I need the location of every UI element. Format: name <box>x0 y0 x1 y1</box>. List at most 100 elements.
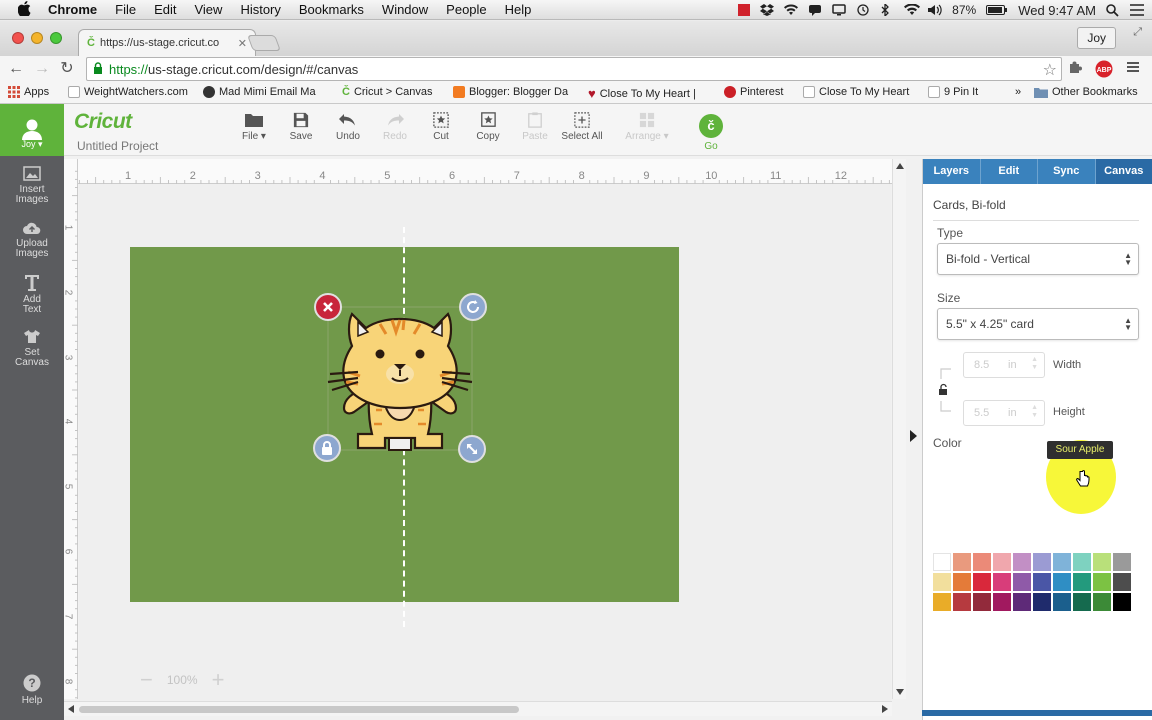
wifi-icon[interactable] <box>784 4 799 16</box>
forward-button[interactable]: → <box>32 59 52 79</box>
tab-sync[interactable]: Sync <box>1038 159 1096 184</box>
color-swatch[interactable] <box>993 593 1011 611</box>
color-swatch[interactable] <box>1113 553 1131 571</box>
color-swatch[interactable] <box>1033 593 1051 611</box>
display-icon[interactable] <box>832 4 846 16</box>
color-swatch[interactable] <box>953 573 971 591</box>
color-swatch[interactable] <box>1073 593 1091 611</box>
color-swatch[interactable] <box>1113 573 1131 591</box>
bookmark-pin-it[interactable]: 9 Pin It <box>928 86 978 98</box>
menu-help[interactable]: Help <box>505 2 532 17</box>
minimize-window-button[interactable] <box>31 32 43 44</box>
tab-edit[interactable]: Edit <box>980 159 1038 184</box>
color-swatch[interactable] <box>993 573 1011 591</box>
apple-menu-icon[interactable] <box>17 0 34 19</box>
color-swatch[interactable] <box>1013 553 1031 571</box>
delete-handle[interactable] <box>314 293 342 321</box>
resize-handle[interactable] <box>458 435 486 463</box>
bookmark-star-icon[interactable]: ☆ <box>1043 60 1057 80</box>
tab-canvas[interactable]: Canvas <box>1095 159 1152 184</box>
color-swatch[interactable] <box>933 573 951 591</box>
close-tab-icon[interactable]: ✕ <box>238 37 247 50</box>
bookmark-close-to-my-heart[interactable]: ♥ Close To My Heart | <box>588 86 696 101</box>
bookmark-close-to-my-heart-2[interactable]: Close To My Heart <box>803 86 909 98</box>
color-swatch[interactable] <box>973 573 991 591</box>
project-name[interactable]: Untitled Project <box>77 139 158 153</box>
nav-set-canvas[interactable]: Set Canvas <box>0 329 64 368</box>
color-swatch[interactable] <box>933 553 951 571</box>
color-swatch[interactable] <box>1093 553 1111 571</box>
select-all-button[interactable]: Select All <box>554 112 610 142</box>
menu-bookmarks[interactable]: Bookmarks <box>299 2 364 17</box>
menu-edit[interactable]: Edit <box>154 2 176 17</box>
fullscreen-icon[interactable]: ⤢ <box>1133 26 1142 39</box>
vertical-scrollbar[interactable] <box>892 159 906 699</box>
scroll-up-arrow-icon[interactable] <box>896 163 904 169</box>
chat-icon[interactable] <box>808 4 822 16</box>
nav-help[interactable]: ? Help <box>0 674 64 706</box>
size-select[interactable]: 5.5" x 4.25" card ▲ ▼ <box>937 308 1139 340</box>
height-input[interactable]: 5.5 in ▲ ▼ <box>963 400 1045 426</box>
bookmark-pinterest[interactable]: Pinterest <box>724 86 783 98</box>
extension-puzzle-icon[interactable] <box>1068 60 1086 78</box>
horizontal-scroll-thumb[interactable] <box>79 706 519 713</box>
bookmark-weightwatchers[interactable]: WeightWatchers.com <box>68 86 188 98</box>
volume-icon[interactable] <box>928 4 942 16</box>
adblock-icon[interactable]: ABP <box>1095 60 1113 78</box>
menu-clock[interactable]: Wed 9:47 AM <box>1018 3 1096 18</box>
bookmark-blogger[interactable]: Blogger: Blogger Da <box>453 86 568 98</box>
tab-layers[interactable]: Layers <box>923 159 981 184</box>
horizontal-scrollbar[interactable] <box>64 701 892 716</box>
type-select[interactable]: Bi-fold - Vertical ▲ ▼ <box>937 243 1139 275</box>
nav-upload-images[interactable]: Upload Images <box>0 221 64 259</box>
color-swatch[interactable] <box>1093 573 1111 591</box>
color-swatch[interactable] <box>1113 593 1131 611</box>
browser-tab-cricut[interactable]: Č https://us-stage.cricut.co ✕ <box>78 29 256 56</box>
menu-app-chrome[interactable]: Chrome <box>48 2 97 17</box>
panel-collapse-arrow-icon[interactable] <box>910 430 917 442</box>
color-swatch[interactable] <box>1033 573 1051 591</box>
bookmark-other[interactable]: Other Bookmarks <box>1034 86 1138 98</box>
scroll-down-arrow-icon[interactable] <box>896 689 904 695</box>
width-input[interactable]: 8.5 in ▲ ▼ <box>963 352 1045 378</box>
menu-history[interactable]: History <box>240 2 280 17</box>
color-swatch[interactable] <box>1093 593 1111 611</box>
scroll-left-arrow-icon[interactable] <box>68 705 74 713</box>
record-icon[interactable] <box>738 4 751 16</box>
color-swatch[interactable] <box>933 593 951 611</box>
new-tab-button[interactable] <box>247 35 281 51</box>
profile-button[interactable]: Joy <box>1077 27 1116 49</box>
menu-window[interactable]: Window <box>382 2 428 17</box>
bookmarks-overflow[interactable]: » <box>1015 86 1021 98</box>
dropbox-icon[interactable] <box>760 4 775 16</box>
color-swatch[interactable] <box>953 553 971 571</box>
back-button[interactable]: ← <box>6 59 26 79</box>
color-swatch[interactable] <box>1033 553 1051 571</box>
time-machine-icon[interactable] <box>856 4 870 16</box>
stepper-arrows-icon[interactable]: ▲ ▼ <box>1031 404 1038 420</box>
color-swatch[interactable] <box>1053 593 1071 611</box>
go-button[interactable]: č Go <box>698 114 724 152</box>
zoom-out-button[interactable]: − <box>140 667 153 693</box>
reload-button[interactable]: ↻ <box>57 59 77 79</box>
user-menu[interactable]: Joy ▾ <box>0 104 64 156</box>
zoom-window-button[interactable] <box>50 32 62 44</box>
color-swatch[interactable] <box>1013 593 1031 611</box>
spotlight-search-icon[interactable] <box>1106 4 1120 17</box>
color-swatch[interactable] <box>1073 573 1091 591</box>
menu-view[interactable]: View <box>194 2 222 17</box>
scroll-right-arrow-icon[interactable] <box>882 705 888 713</box>
bookmark-apps[interactable]: Apps <box>8 86 49 98</box>
color-swatch[interactable] <box>1073 553 1091 571</box>
zoom-in-button[interactable]: + <box>212 667 225 693</box>
color-swatch[interactable] <box>1053 573 1071 591</box>
menu-file[interactable]: File <box>115 2 136 17</box>
color-swatch[interactable] <box>1053 553 1071 571</box>
bookmark-madmimi[interactable]: Mad Mimi Email Ma <box>203 86 316 98</box>
color-swatch[interactable] <box>973 593 991 611</box>
battery-icon[interactable] <box>986 4 1008 16</box>
bluetooth-icon[interactable] <box>880 2 894 18</box>
color-swatch[interactable] <box>953 593 971 611</box>
close-window-button[interactable] <box>12 32 24 44</box>
aspect-lock-icon[interactable] <box>937 363 955 417</box>
